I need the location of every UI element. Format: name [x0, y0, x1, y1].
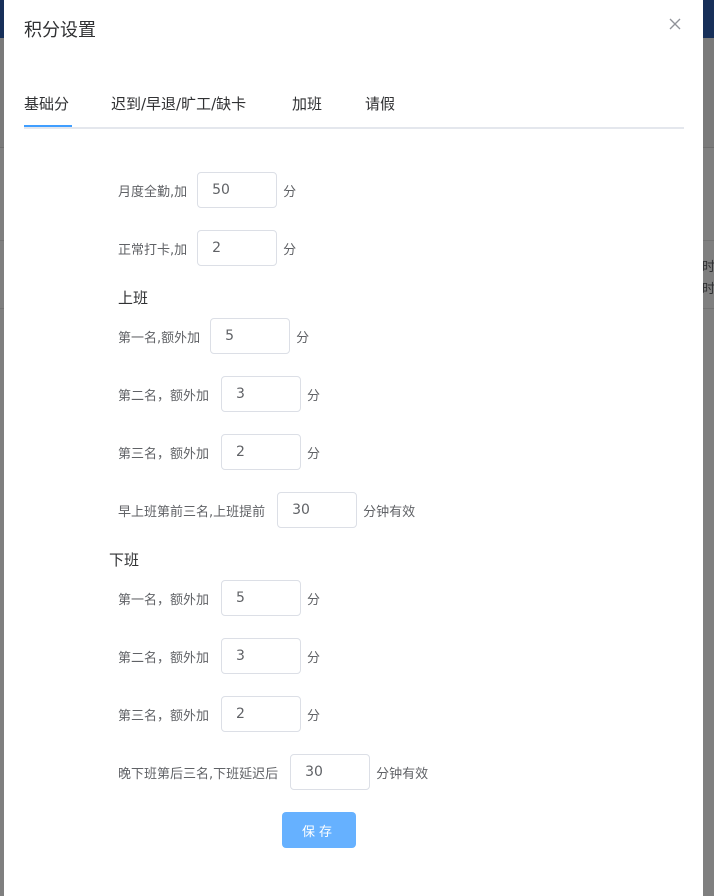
on-duty-heading: 上班 — [118, 289, 149, 307]
on-duty-third-label: 第三名，额外加 — [118, 446, 210, 462]
points-settings-dialog: 积分设置 基础分 迟到/早退/旷工/缺卡 加班 请假 月度全勤,加 分 正常打卡… — [4, 0, 703, 896]
normal-clock-in-input[interactable] — [197, 230, 278, 266]
close-button[interactable] — [665, 14, 685, 34]
tab-late-early-absence[interactable]: 迟到/早退/旷工/缺卡 — [111, 93, 246, 114]
monthly-full-attendance-input[interactable] — [197, 172, 278, 208]
on-duty-first-label: 第一名,额外加 — [118, 330, 201, 346]
off-duty-third-row: 第三名，额外加 分 — [118, 696, 320, 732]
unit-label: 分 — [283, 242, 297, 258]
normal-clock-in-row: 正常打卡,加 分 — [118, 230, 296, 266]
off-duty-third-input[interactable] — [221, 696, 302, 732]
on-duty-second-row: 第二名，额外加 分 — [118, 376, 320, 412]
off-duty-heading: 下班 — [109, 551, 140, 569]
monthly-full-attendance-row: 月度全勤,加 分 — [118, 172, 296, 208]
tab-overtime[interactable]: 加班 — [292, 93, 322, 114]
on-duty-early-row: 早上班第前三名,上班提前 分钟有效 — [118, 492, 415, 528]
dialog-title: 积分设置 — [24, 20, 96, 41]
off-duty-second-row: 第二名，额外加 分 — [118, 638, 320, 674]
off-duty-first-row: 第一名，额外加 分 — [118, 580, 320, 616]
monthly-full-attendance-label: 月度全勤,加 — [118, 184, 188, 200]
off-duty-second-input[interactable] — [221, 638, 302, 674]
active-tab-indicator — [24, 125, 72, 127]
on-duty-second-label: 第二名，额外加 — [118, 388, 210, 404]
unit-label: 分 — [307, 446, 321, 462]
off-duty-late-row: 晚下班第后三名,下班延迟后 分钟有效 — [118, 754, 428, 790]
on-duty-second-input[interactable] — [221, 376, 302, 412]
tab-leave[interactable]: 请假 — [365, 93, 395, 114]
close-icon — [669, 18, 681, 30]
on-duty-third-input[interactable] — [221, 434, 302, 470]
off-duty-late-input[interactable] — [290, 754, 371, 790]
off-duty-first-label: 第一名，额外加 — [118, 592, 210, 608]
tab-base-points[interactable]: 基础分 — [24, 93, 69, 114]
save-button[interactable]: 保存 — [282, 812, 356, 848]
on-duty-early-label: 早上班第前三名,上班提前 — [118, 504, 266, 520]
on-duty-early-input[interactable] — [277, 492, 358, 528]
unit-label: 分 — [283, 184, 297, 200]
unit-label: 分 — [307, 388, 321, 404]
off-duty-late-label: 晚下班第后三名,下班延迟后 — [118, 766, 279, 782]
on-duty-first-row: 第一名,额外加 分 — [118, 318, 309, 354]
unit-label: 分 — [307, 650, 321, 666]
on-duty-third-row: 第三名，额外加 分 — [118, 434, 320, 470]
unit-label: 分钟有效 — [363, 504, 416, 520]
settings-tabs: 基础分 迟到/早退/旷工/缺卡 加班 请假 — [24, 84, 684, 129]
off-duty-first-input[interactable] — [221, 580, 302, 616]
unit-label: 分 — [307, 592, 321, 608]
dialog-header: 积分设置 — [4, 0, 703, 60]
unit-label: 分 — [307, 708, 321, 724]
on-duty-first-input[interactable] — [210, 318, 291, 354]
unit-label: 分 — [296, 330, 310, 346]
off-duty-third-label: 第三名，额外加 — [118, 708, 210, 724]
normal-clock-in-label: 正常打卡,加 — [118, 242, 188, 258]
unit-label: 分钟有效 — [376, 766, 429, 782]
off-duty-second-label: 第二名，额外加 — [118, 650, 210, 666]
